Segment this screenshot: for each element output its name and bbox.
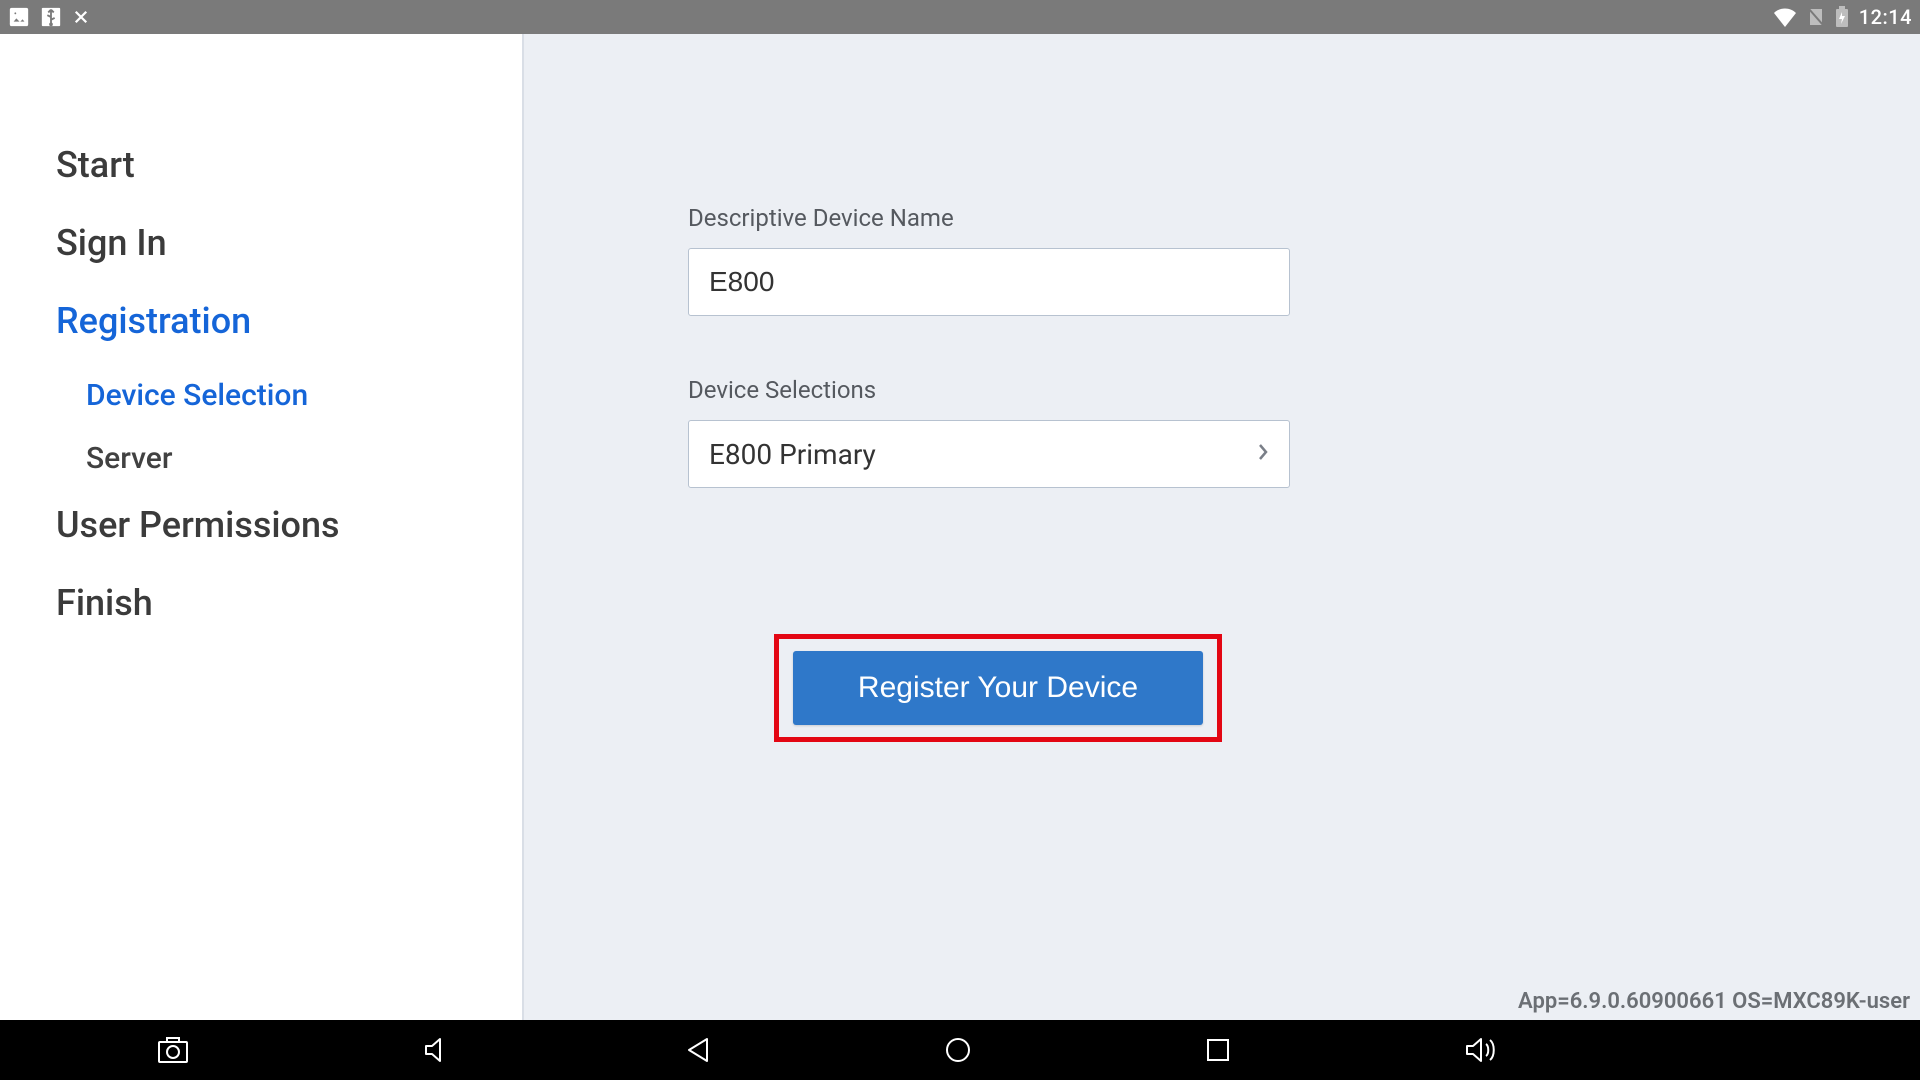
no-sim-icon — [1807, 7, 1825, 27]
device-selection-dropdown[interactable]: E800 Primary — [688, 420, 1290, 488]
system-navbar — [0, 1020, 1920, 1080]
image-icon — [8, 6, 30, 28]
nav-sub-device-selection[interactable]: Device Selection — [86, 378, 522, 413]
sidebar: Start Sign In Registration Device Select… — [0, 34, 524, 1020]
volume-up-icon[interactable] — [1464, 1036, 1498, 1064]
device-selection-group: Device Selections E800 Primary — [688, 376, 1840, 488]
app-body: Start Sign In Registration Device Select… — [0, 34, 1920, 1020]
nav-start[interactable]: Start — [56, 144, 522, 186]
status-bar: 12:14 — [0, 0, 1920, 34]
recent-apps-icon[interactable] — [1205, 1037, 1231, 1063]
nav-sign-in[interactable]: Sign In — [56, 222, 522, 264]
nav-finish[interactable]: Finish — [56, 582, 522, 624]
cross-icon — [72, 8, 90, 26]
device-selection-label: Device Selections — [688, 376, 1840, 404]
status-right: 12:14 — [1773, 5, 1912, 29]
chevron-right-icon — [1257, 442, 1269, 467]
version-text: App=6.9.0.60900661 OS=MXC89K-user — [1518, 989, 1910, 1014]
device-name-label: Descriptive Device Name — [688, 204, 1840, 232]
status-left — [8, 6, 90, 28]
nav-user-permissions[interactable]: User Permissions — [56, 504, 522, 546]
content-pane: Descriptive Device Name Device Selection… — [524, 34, 1920, 1020]
usb-icon — [40, 6, 62, 28]
device-selection-value: E800 Primary — [709, 438, 876, 471]
home-icon[interactable] — [944, 1036, 972, 1064]
wifi-icon — [1773, 7, 1797, 27]
status-time: 12:14 — [1859, 5, 1912, 29]
volume-down-icon[interactable] — [422, 1036, 452, 1064]
register-highlight: Register Your Device — [774, 634, 1222, 742]
nav-sub-server[interactable]: Server — [86, 441, 522, 476]
nav-registration[interactable]: Registration — [56, 300, 522, 342]
register-button[interactable]: Register Your Device — [793, 651, 1203, 725]
battery-charging-icon — [1835, 6, 1849, 28]
device-name-input[interactable] — [688, 248, 1290, 316]
back-icon[interactable] — [685, 1036, 711, 1064]
device-name-group: Descriptive Device Name — [688, 204, 1840, 316]
camera-icon[interactable] — [157, 1036, 189, 1064]
